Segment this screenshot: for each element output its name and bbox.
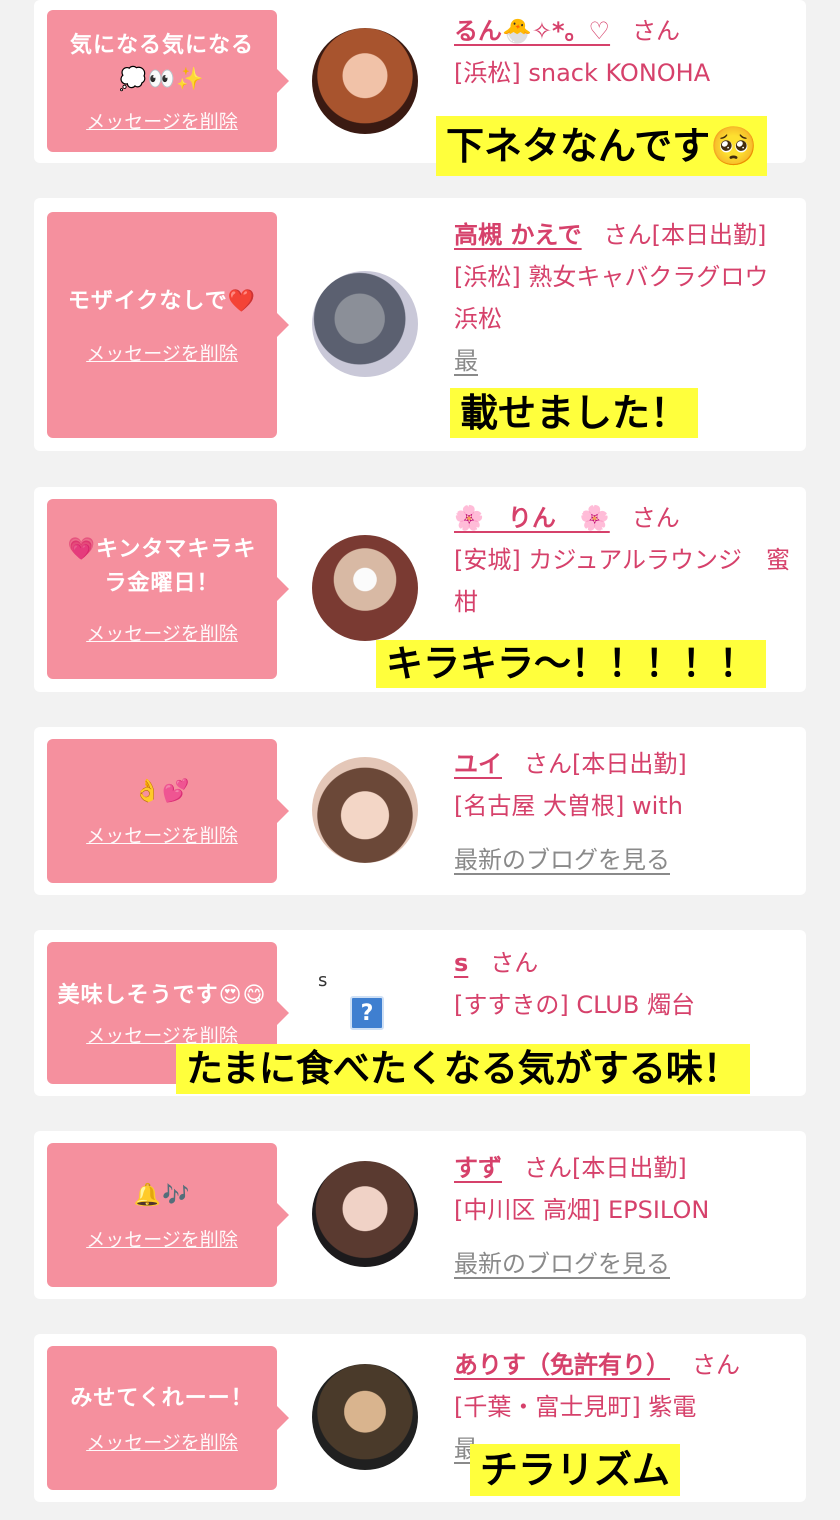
message-text: 🔔🎶 (133, 1182, 191, 1208)
latest-blog-link[interactable]: 最新のブログを見る (454, 839, 794, 881)
avatar[interactable] (312, 28, 418, 134)
broken-image-icon: ? (350, 996, 384, 1030)
message-bubble: 👌💕 メッセージを削除 (47, 739, 289, 883)
honorific: さん[本日出勤] (524, 750, 687, 778)
shop-info: [千葉・富士見町] 紫電 (454, 1393, 697, 1421)
girl-name-link[interactable]: 🌸 りん 🌸 (454, 504, 610, 532)
girl-name-link[interactable]: ユイ (454, 750, 502, 778)
avatar[interactable] (312, 535, 418, 641)
delete-message-link[interactable]: メッセージを削除 (86, 821, 238, 848)
girl-name-link[interactable]: すず (454, 1154, 502, 1182)
message-bubble: 気になる気になる💭👀✨ メッセージを削除 (47, 10, 289, 152)
shop-info: [名古屋 大曽根] with (454, 792, 683, 820)
girl-info: s さん [すすきの] CLUB 燭台 (454, 942, 794, 1026)
message-text: 気になる気になる💭👀✨ (69, 32, 254, 92)
girl-info: るん🐣✧*。♡ さん [浜松] snack KONOHA (454, 10, 794, 94)
delete-message-link[interactable]: メッセージを削除 (86, 619, 238, 646)
delete-message-link[interactable]: メッセージを削除 (86, 1225, 238, 1252)
honorific: さん (490, 949, 539, 977)
avatar[interactable] (312, 757, 418, 863)
message-bubble: 🔔🎶 メッセージを削除 (47, 1143, 289, 1287)
girl-info: 高槻 かえで さん[本日出勤] [浜松] 熟女キャバクラグロウ 浜松 最 (454, 214, 794, 382)
girl-info: すず さん[本日出勤] [中川区 高畑] EPSILON 最新のブログを見る (454, 1147, 794, 1285)
honorific: さん (692, 1351, 740, 1379)
latest-blog-link[interactable]: 最 (454, 340, 794, 382)
delete-message-link[interactable]: メッセージを削除 (86, 1428, 238, 1455)
caption-overlay: 載せました！ (450, 388, 699, 438)
message-card: 👌💕 メッセージを削除 ユイ さん[本日出勤] [名古屋 大曽根] with 最新… (34, 727, 806, 895)
delete-message-link[interactable]: メッセージを削除 (86, 339, 238, 366)
avatar[interactable] (312, 1161, 418, 1267)
avatar[interactable] (312, 1364, 418, 1470)
honorific: さん[本日出勤] (603, 221, 767, 249)
shop-info: [中川区 高畑] EPSILON (454, 1196, 710, 1224)
caption-overlay: チラリズム (470, 1444, 681, 1496)
honorific: さん (632, 17, 681, 45)
shop-info: [浜松] snack KONOHA (454, 59, 711, 87)
shop-info: [安城] カジュアルラウンジ 蜜柑 (454, 546, 790, 616)
message-text: 💗キンタマキラキラ金曜日！ (67, 536, 257, 596)
message-bubble: みせてくれーー！ メッセージを削除 (47, 1346, 289, 1490)
message-text: モザイクなしで❤️ (67, 288, 257, 314)
latest-blog-link[interactable]: 最新のブログを見る (454, 1243, 794, 1285)
message-bubble: 💗キンタマキラキラ金曜日！ メッセージを削除 (47, 499, 289, 679)
girl-name-link[interactable]: るん🐣✧*。♡ (454, 17, 610, 45)
honorific: さん[本日出勤] (524, 1154, 687, 1182)
message-text: 美味しそうです😍😋 (57, 982, 267, 1008)
girl-name-link[interactable]: s (454, 949, 468, 977)
caption-overlay: キラキラ〜！！！！！ (376, 640, 766, 688)
girl-name-link[interactable]: ありす（免許有り） (454, 1351, 670, 1379)
honorific: さん (631, 504, 680, 532)
girl-name-link[interactable]: 高槻 かえで (454, 221, 582, 249)
message-text: 👌💕 (133, 778, 191, 804)
message-text: みせてくれーー！ (70, 1385, 254, 1411)
shop-info: [浜松] 熟女キャバクラグロウ 浜松 (454, 263, 769, 333)
avatar-alt-text: s (318, 970, 328, 991)
message-card: 🔔🎶 メッセージを削除 すず さん[本日出勤] [中川区 高畑] EPSILON … (34, 1131, 806, 1299)
avatar[interactable] (312, 271, 418, 377)
delete-message-link[interactable]: メッセージを削除 (86, 107, 238, 134)
caption-overlay: 下ネタなんです🥺 (436, 116, 768, 176)
shop-info: [すすきの] CLUB 燭台 (454, 991, 695, 1019)
message-card: みせてくれーー！ メッセージを削除 ありす（免許有り） さん [千葉・富士見町] … (34, 1334, 806, 1502)
caption-overlay: たまに食べたくなる気がする味！ (176, 1044, 750, 1094)
message-bubble: モザイクなしで❤️ メッセージを削除 (47, 212, 289, 438)
girl-info: ユイ さん[本日出勤] [名古屋 大曽根] with 最新のブログを見る (454, 743, 794, 881)
girl-info: 🌸 りん 🌸 さん [安城] カジュアルラウンジ 蜜柑 (454, 497, 794, 623)
